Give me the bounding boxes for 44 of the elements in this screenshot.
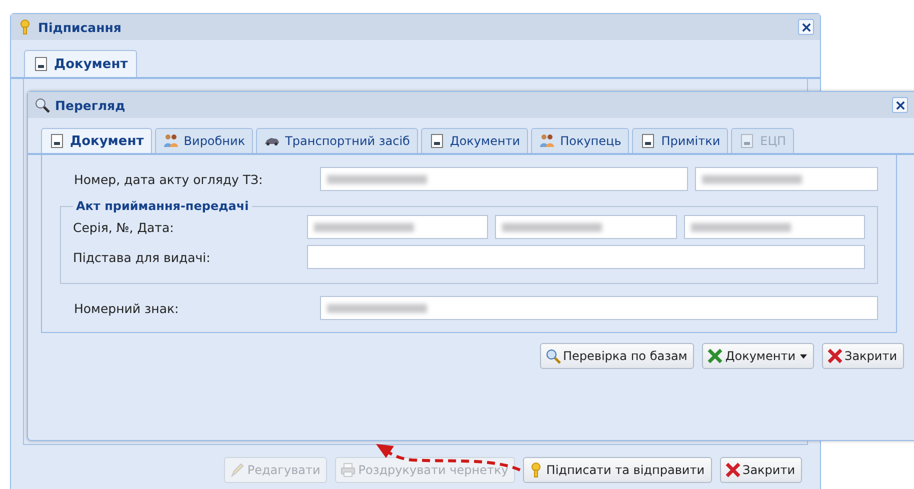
field-label: Номерний знак: [74, 300, 180, 316]
field-label: Серія, №, Дата: [73, 220, 175, 234]
input-field[interactable] [320, 167, 688, 191]
action-button[interactable]: Закрити [822, 343, 904, 369]
action-button[interactable]: Підписати та відправити [523, 457, 712, 483]
close-button[interactable] [798, 19, 814, 35]
tab[interactable]: Примітки [632, 128, 728, 153]
tab[interactable]: Виробник [154, 128, 254, 153]
field-label: Номер, дата акту огляду ТЗ: [74, 172, 264, 186]
window-title: Підписання [38, 20, 122, 34]
tab[interactable]: Документ [41, 128, 152, 153]
close-icon [826, 348, 842, 364]
document-icon [33, 56, 49, 72]
pencil-icon [229, 462, 246, 478]
search-icon [544, 348, 561, 364]
spreadsheet-icon [707, 348, 724, 364]
close-icon [896, 100, 904, 110]
action-button[interactable]: Закрити [720, 457, 802, 483]
close-button[interactable] [892, 97, 908, 113]
input-field[interactable] [695, 167, 878, 191]
action-button[interactable]: Перевірка по базам [540, 343, 694, 369]
tab[interactable]: Документ [24, 50, 137, 77]
document-icon [49, 133, 65, 149]
printer-icon [340, 462, 356, 478]
input-field[interactable] [495, 215, 677, 239]
input-field[interactable] [320, 296, 878, 320]
action-button[interactable]: Документи [702, 343, 814, 369]
input-field[interactable] [307, 245, 865, 269]
close-icon [802, 22, 810, 32]
tab[interactable]: Документи [420, 128, 528, 153]
group-legend: Акт приймання-передачі [73, 199, 252, 213]
document-icon [640, 133, 656, 149]
window-title: Перегляд [55, 98, 126, 112]
people-icon [539, 133, 556, 149]
tab[interactable]: Транспортний засіб [256, 128, 418, 153]
tab[interactable]: Покупець [531, 128, 630, 153]
magnifier-icon [34, 97, 50, 113]
input-field[interactable] [307, 215, 488, 239]
field-label: Підстава для видачі: [73, 250, 212, 264]
document-icon [428, 133, 445, 149]
people-icon [162, 133, 179, 149]
close-icon [724, 462, 740, 478]
document-icon [739, 133, 756, 149]
input-field[interactable] [684, 215, 865, 239]
